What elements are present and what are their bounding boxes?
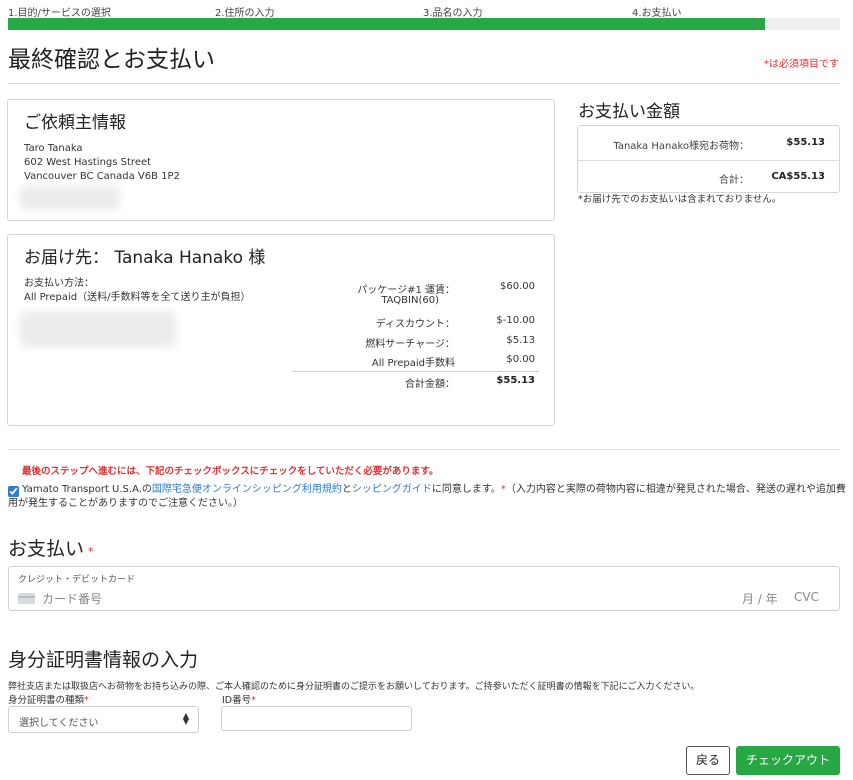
sender-card: ご依頼主情報 Taro Tanaka 602 West Hastings Str… bbox=[7, 99, 555, 221]
id-type-label: 身分証明書の種類* bbox=[8, 692, 89, 706]
card-number-input[interactable]: カード番号 bbox=[42, 590, 102, 607]
card-cvc-input[interactable]: CVC bbox=[794, 590, 819, 604]
terms-text-after: に同意します。 bbox=[431, 484, 501, 495]
terms-note-line2: 用が発生することがありますのでご注意ください。） bbox=[8, 498, 243, 509]
payment-method-value: All Prepaid（送料/手数料等を全て送り主が負担） bbox=[24, 292, 251, 303]
line-total: 合計金額： $55.13 bbox=[294, 375, 535, 390]
id-type-selected: 選択してください bbox=[19, 718, 99, 729]
line-total-value: $55.13 bbox=[496, 375, 535, 386]
redacted-info bbox=[20, 186, 120, 210]
line-fee: All Prepaid手数料 $0.00 bbox=[294, 354, 535, 369]
select-arrows-icon: ▲ ▼ bbox=[182, 711, 189, 726]
payment-summary-heading: お支払い金額 bbox=[578, 102, 680, 122]
line-discount-label: ディスカウント： bbox=[375, 319, 455, 330]
terms-text-mid: と bbox=[341, 484, 352, 495]
page-title: 最終確認とお支払い bbox=[8, 47, 215, 73]
payment-summary-note: *お届け先でのお支払いは含まれておりません。 bbox=[578, 194, 782, 205]
step-1-label: 1.目的/サービスの選択 bbox=[8, 8, 111, 19]
line-discount: ディスカウント： $-10.00 bbox=[294, 315, 535, 330]
line-package-sub: TAQBIN(60) bbox=[381, 295, 439, 306]
id-section-description: 弊社支店または取扱店へお荷物をお持ち込みの際、ご本人確認のために身分証明書のご提… bbox=[8, 682, 700, 692]
payment-summary-card: Tanaka Hanako様宛お荷物： $55.13 合計： CA$55.13 bbox=[577, 125, 840, 193]
sender-heading: ご依頼主情報 bbox=[24, 113, 126, 133]
payment-required-mark: * bbox=[88, 545, 94, 558]
progress-bar-fill bbox=[8, 18, 766, 30]
total-divider bbox=[292, 371, 539, 372]
id-number-label-text: ID番号 bbox=[222, 695, 252, 706]
line-fuel: 燃料サーチャージ： $5.13 bbox=[294, 335, 535, 350]
terms-text: Yamato Transport U.S.A.の国際宅急便オンラインシッピング利… bbox=[22, 483, 846, 497]
checkout-button[interactable]: チェックアウト bbox=[736, 746, 840, 775]
summary-total-value: CA$55.13 bbox=[771, 171, 825, 182]
terms-text-before: Yamato Transport U.S.A.の bbox=[22, 484, 152, 495]
step-4-label: 4.お支払い bbox=[632, 8, 682, 19]
id-section-heading: 身分証明書情報の入力 bbox=[8, 649, 199, 671]
line-package-label: パッケージ#1 運賃： bbox=[357, 285, 455, 296]
card-expiry-input[interactable]: 月 / 年 bbox=[742, 590, 778, 607]
summary-parcel-value: $55.13 bbox=[786, 137, 825, 148]
sender-street: 602 West Hastings Street bbox=[24, 157, 152, 168]
summary-parcel-label: Tanaka Hanako様宛お荷物： bbox=[613, 141, 749, 152]
line-fuel-label: 燃料サーチャージ： bbox=[365, 339, 455, 350]
id-type-select[interactable]: 選択してください ▲ ▼ bbox=[8, 706, 199, 733]
payment-method-label: お支払い方法： bbox=[24, 278, 94, 289]
step-2-label: 2.住所の入力 bbox=[215, 8, 275, 19]
line-package-value: $60.00 bbox=[500, 281, 535, 292]
recipient-card: お届け先： Tanaka Hanako 様 お支払い方法： All Prepai… bbox=[7, 234, 555, 426]
card-label: クレジット・デビットカード bbox=[18, 575, 136, 585]
id-number-input[interactable] bbox=[221, 706, 412, 731]
line-fee-value: $0.00 bbox=[506, 354, 535, 365]
payment-heading: お支払い * bbox=[8, 534, 94, 561]
terms-link-agreement[interactable]: 国際宅急便オンラインシッピング利用規約 bbox=[152, 484, 342, 495]
divider bbox=[8, 449, 840, 450]
redacted-info bbox=[20, 311, 176, 347]
card-input-box[interactable]: クレジット・デビットカード カード番号 月 / 年 CVC bbox=[8, 566, 840, 611]
recipient-heading: お届け先： Tanaka Hanako 様 bbox=[24, 248, 266, 268]
summary-total-label: 合計： bbox=[719, 175, 749, 186]
line-package: パッケージ#1 運賃： TAQBIN(60) $60.00 bbox=[294, 281, 535, 309]
line-fuel-value: $5.13 bbox=[506, 335, 535, 346]
terms-checkbox[interactable] bbox=[8, 486, 19, 497]
required-note: *は必須項目です bbox=[764, 59, 839, 70]
line-total-label: 合計金額： bbox=[405, 379, 455, 390]
credit-card-icon bbox=[18, 593, 35, 604]
progress-steps: 1.目的/サービスの選択 2.住所の入力 3.品名の入力 4.お支払い bbox=[8, 4, 840, 19]
id-type-required-mark: * bbox=[84, 695, 89, 706]
summary-row-total: 合計： CA$55.13 bbox=[578, 160, 839, 194]
id-number-label: ID番号* bbox=[222, 692, 256, 706]
sender-name: Taro Tanaka bbox=[24, 143, 83, 154]
terms-note-line1: （入力内容と実際の荷物内容に相違が発見された場合、発送の遅れや追加費 bbox=[505, 484, 846, 495]
summary-row-parcel: Tanaka Hanako様宛お荷物： $55.13 bbox=[578, 126, 839, 160]
terms-warning: 最後のステップへ進むには、下記のチェックボックスにチェックをしていただく必要があ… bbox=[22, 466, 439, 477]
step-3-label: 3.品名の入力 bbox=[423, 8, 483, 19]
terms-link-shipping-guide[interactable]: シッピングガイド bbox=[352, 484, 432, 495]
sender-city: Vancouver BC Canada V6B 1P2 bbox=[24, 171, 180, 182]
back-button[interactable]: 戻る bbox=[686, 746, 730, 775]
id-type-label-text: 身分証明書の種類 bbox=[8, 695, 85, 706]
line-discount-value: $-10.00 bbox=[496, 315, 535, 326]
progress-bar bbox=[8, 18, 840, 30]
payment-heading-text: お支払い bbox=[8, 538, 85, 560]
id-number-required-mark: * bbox=[251, 695, 256, 706]
divider bbox=[8, 83, 840, 84]
line-fee-label: All Prepaid手数料 bbox=[371, 358, 455, 369]
